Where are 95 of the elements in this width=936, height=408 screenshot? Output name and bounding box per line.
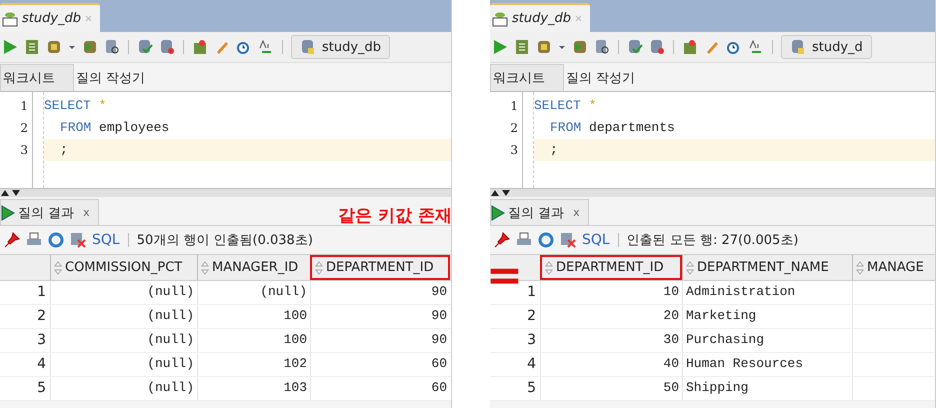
results-tab[interactable]: 질의 결과 x [0,199,99,225]
editor-tab[interactable]: 질의 작성기 [564,65,646,91]
editor-tab[interactable]: 질의 작성기 [74,65,156,91]
column-header[interactable]: MANAGER_ID [197,255,310,280]
refresh-icon[interactable] [48,232,64,248]
line-number: 2 [509,120,519,137]
search-icon[interactable] [594,39,610,55]
line-number: 3 [509,142,519,159]
table-cell: 20 [663,308,679,323]
script-icon[interactable] [514,39,530,55]
editor-tab[interactable]: 워크시트 [0,64,74,91]
clock-icon[interactable] [726,39,742,55]
table-cell: Administration [686,284,796,299]
script-icon[interactable] [24,39,40,55]
status-text: 인출된 모든 행: 27(0.005초) [626,232,798,249]
equals-sign: = [486,254,523,298]
code-line: FROM departments [550,120,675,135]
row-number: 3 [526,331,537,350]
code-line: SELECT * [534,98,596,113]
row-number: 2 [36,307,47,326]
table-cell: (null) [260,284,307,299]
code-line: SELECT * [44,98,106,113]
sort-icon [856,260,864,274]
row-number: 3 [36,331,47,350]
line-number: 1 [19,98,29,115]
column-header[interactable]: COMMISSION_PCT [50,255,197,280]
pin-icon[interactable] [494,232,510,248]
table-cell: (null) [147,380,194,395]
row-number: 5 [36,379,47,398]
row-number: 4 [526,355,537,374]
code-line: ; [60,142,68,157]
table-cell: 103 [284,380,307,395]
row-number: 1 [36,283,47,302]
delete-icon[interactable] [70,232,86,248]
column-header[interactable]: DEPARTMENT_NAME [682,255,852,280]
table-cell: 50 [663,380,679,395]
row-number: 4 [36,355,47,374]
sql-link[interactable]: SQL [92,232,120,248]
document-tab[interactable]: study_db [0,3,100,32]
connection-selector[interactable]: study_db [291,35,390,59]
sort-icon [201,260,209,274]
table-cell: Marketing [686,308,756,323]
table-cell: 10 [663,284,679,299]
run-icon[interactable] [2,39,18,55]
line-number: 1 [509,98,519,115]
table-cell: (null) [147,332,194,347]
table-cell: 100 [284,308,307,323]
sort-icon [315,260,323,274]
annotation-text: 같은 키값 존재 [338,205,452,227]
sql-link[interactable]: SQL [582,232,610,248]
column-header[interactable]: DEPARTMENT_ID [310,255,450,280]
sort-icon [545,260,553,274]
column-header[interactable]: DEPARTMENT_ID [540,255,682,280]
pin-icon[interactable] [4,232,20,248]
table-cell: 60 [431,380,447,395]
table-cell: 40 [663,356,679,371]
run-icon [1,204,15,220]
sort-icon [686,260,694,274]
table-cell: Shipping [686,380,748,395]
table-cell: (null) [147,284,194,299]
code-line: FROM employees [60,120,170,135]
run-icon[interactable] [492,39,508,55]
table-cell: 102 [284,356,307,371]
document-tab[interactable]: study_db [490,3,590,32]
editor-tab[interactable]: 워크시트 [490,64,564,91]
clock-icon[interactable] [236,39,252,55]
delete-icon[interactable] [560,232,576,248]
refresh-icon[interactable] [538,232,554,248]
collapse-arrows-icon[interactable] [0,189,22,197]
table-cell: Human Resources [686,356,804,371]
table-cell: 60 [431,356,447,371]
row-number: 5 [526,379,537,398]
table-cell: 90 [431,332,447,347]
connection-selector[interactable]: study_d [781,35,872,59]
results-tab[interactable]: 질의 결과 x [490,199,589,225]
print-icon[interactable] [26,232,42,248]
row-number: 2 [526,307,537,326]
column-header[interactable]: MANAGE [852,255,935,280]
table-cell: Purchasing [686,332,764,347]
sort-icon [54,260,62,274]
line-number: 2 [19,120,29,137]
table-cell: 30 [663,332,679,347]
row-number: 1 [526,283,537,302]
search-icon[interactable] [104,39,120,55]
line-number: 3 [19,142,29,159]
collapse-arrows-icon[interactable] [490,189,512,197]
table-cell: (null) [147,356,194,371]
code-line: ; [550,142,558,157]
table-cell: 100 [284,332,307,347]
table-cell: (null) [147,308,194,323]
status-text: 50개의 행이 인출됨(0.038초) [136,232,313,249]
print-icon[interactable] [516,232,532,248]
run-icon [491,204,505,220]
table-cell: 90 [431,308,447,323]
table-cell: 90 [431,284,447,299]
